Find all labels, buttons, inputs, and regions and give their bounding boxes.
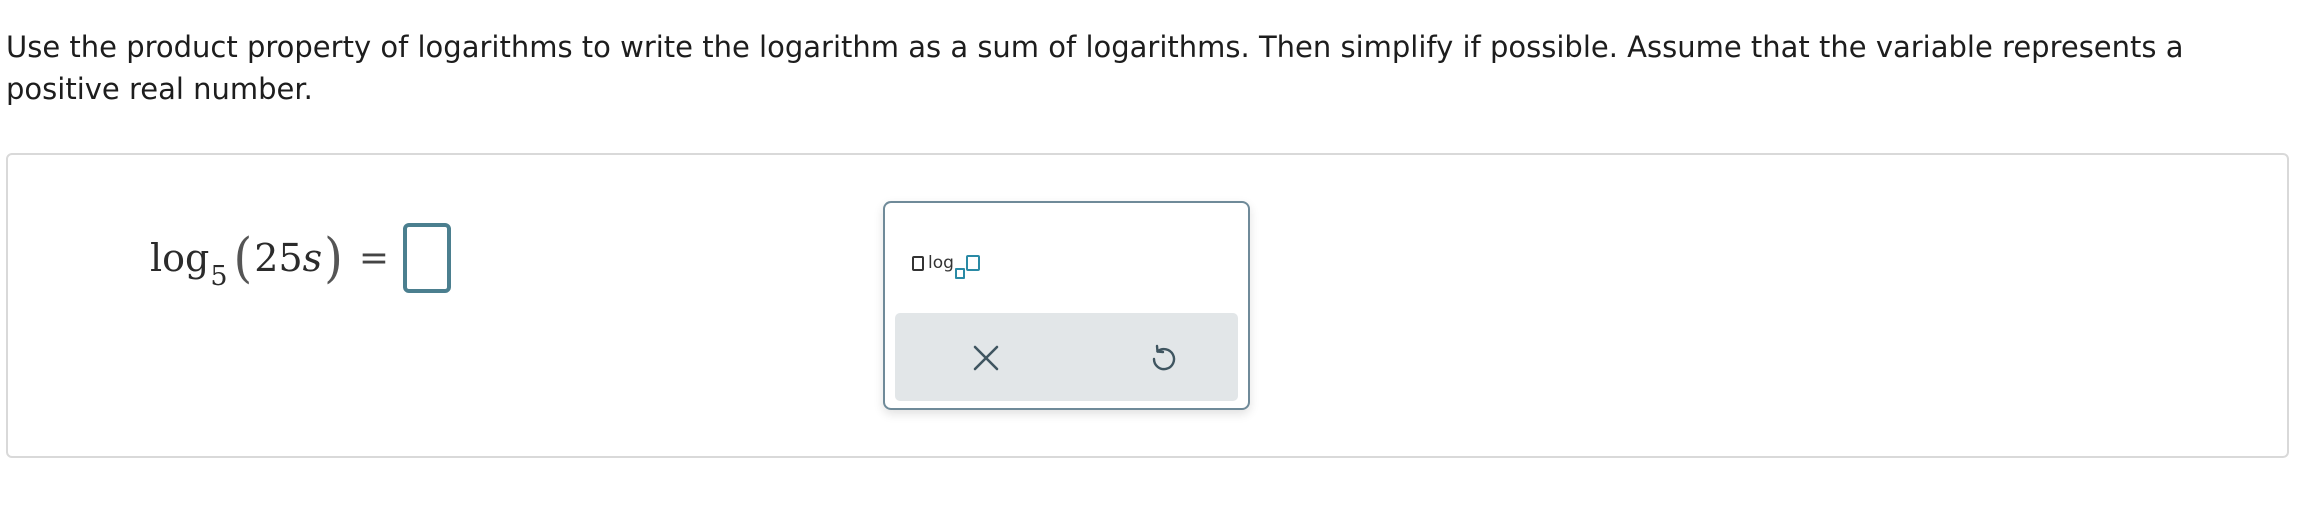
base-placeholder-icon xyxy=(954,267,965,279)
palette-action-bar xyxy=(895,313,1238,401)
close-icon xyxy=(973,345,999,371)
log-function: log xyxy=(150,236,210,280)
equation: log 5 ( 25s ) = xyxy=(150,218,452,298)
answer-input-box[interactable] xyxy=(403,223,452,293)
argument-variable: s xyxy=(302,236,323,280)
argument-placeholder-icon xyxy=(965,255,980,271)
coefficient-placeholder-icon xyxy=(912,255,924,271)
right-paren: ) xyxy=(324,226,343,290)
math-palette: log xyxy=(883,201,1250,410)
undo-icon xyxy=(1152,344,1176,371)
instructions-text: Use the product property of logarithms t… xyxy=(6,30,2184,106)
log-template-button[interactable]: log xyxy=(912,243,1002,283)
equals-sign: = xyxy=(358,237,390,279)
left-paren: ( xyxy=(233,226,253,290)
undo-button[interactable] xyxy=(1138,333,1188,383)
log-template-label: log xyxy=(928,253,954,273)
log-argument: 25s xyxy=(254,236,322,280)
clear-button[interactable] xyxy=(961,333,1011,383)
argument-number: 25 xyxy=(254,236,303,280)
log-base: 5 xyxy=(210,260,228,292)
